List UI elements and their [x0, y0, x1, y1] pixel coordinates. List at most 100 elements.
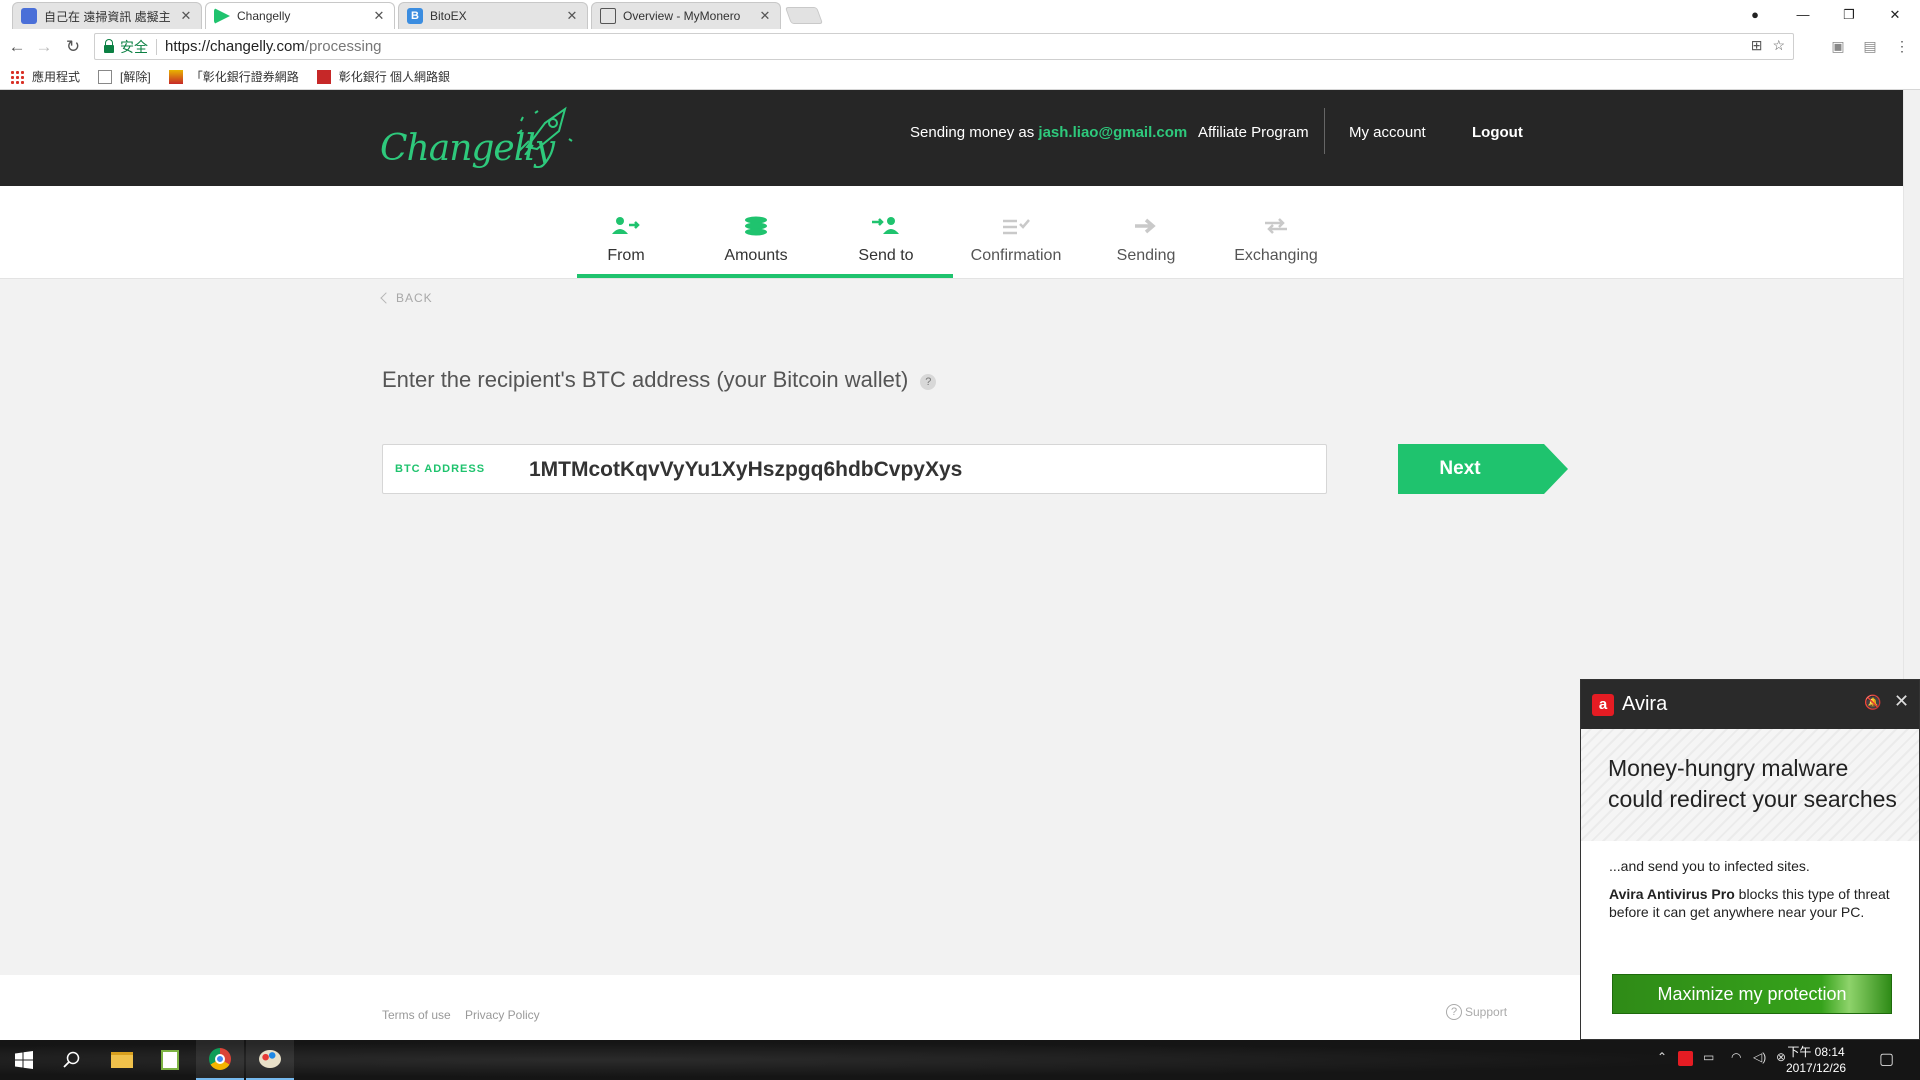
close-tab-icon[interactable]: ✕	[565, 8, 579, 24]
menu-icon[interactable]: ⋮	[1893, 38, 1911, 56]
system-clock[interactable]: 下午 08:14 2017/12/26	[1786, 1044, 1846, 1076]
step-sending: Sending	[1081, 186, 1211, 279]
step-label: Send to	[858, 247, 914, 264]
close-icon[interactable]: ✕	[1894, 691, 1909, 712]
avira-tray-icon[interactable]	[1678, 1051, 1693, 1066]
minimize-icon[interactable]: —	[1780, 0, 1826, 29]
browser-tab-strip: 自己在 遠掃資訊 處擬主 ✕ Changelly ✕ B BitoEX ✕ Ov…	[0, 0, 1920, 29]
chevron-up-icon[interactable]: ⌃	[1657, 1050, 1667, 1064]
step-amounts: Amounts	[691, 186, 821, 279]
avira-title: Avira	[1622, 693, 1668, 715]
url-path: /processing	[304, 38, 382, 55]
headline-line-1: Money-hungry malware	[1608, 755, 1849, 781]
mute-bell-icon[interactable]: 🔕	[1864, 694, 1881, 711]
sending-prefix: Sending money as	[910, 124, 1039, 141]
step-label: Exchanging	[1234, 247, 1318, 264]
privacy-policy-link[interactable]: Privacy Policy	[465, 1008, 540, 1022]
bookmark-label: 彰化銀行 個人網路銀	[338, 70, 451, 84]
bookmark-label: 應用程式	[32, 70, 81, 84]
extension-icon[interactable]: ▣	[1829, 38, 1847, 56]
windows-start-icon[interactable]	[0, 1040, 48, 1080]
header-divider	[1324, 108, 1325, 154]
close-tab-icon[interactable]: ✕	[758, 8, 772, 24]
send-to-user-icon	[872, 217, 899, 234]
step-exchanging: Exchanging	[1211, 186, 1341, 279]
url-host: https://changelly.com	[165, 38, 305, 55]
reload-icon[interactable]: ↻	[61, 35, 85, 59]
wifi-icon[interactable]: ◠	[1731, 1050, 1741, 1064]
close-tab-icon[interactable]: ✕	[372, 8, 386, 24]
browser-tab-1[interactable]: 自己在 遠掃資訊 處擬主 ✕	[12, 2, 202, 29]
tab-title: Overview - MyMonero	[623, 9, 741, 23]
terms-of-use-link[interactable]: Terms of use	[382, 1008, 451, 1022]
wallet-icon	[600, 8, 616, 24]
maximize-protection-button[interactable]: Maximize my protection	[1612, 974, 1892, 1014]
clock-date: 2017/12/26	[1786, 1061, 1847, 1075]
next-button[interactable]: Next	[1398, 444, 1568, 494]
bookmark-label: [解除]	[120, 70, 151, 84]
site-header: Changelly Sending money as jash.liao@gma…	[0, 90, 1903, 186]
product-name: Avira Antivirus Pro	[1609, 886, 1735, 902]
affiliate-program-link[interactable]: Affiliate Program	[1198, 124, 1309, 141]
search-icon[interactable]	[48, 1040, 96, 1080]
step-progress-bar	[577, 274, 953, 278]
question-circle-icon: ?	[1446, 1004, 1462, 1020]
volume-icon[interactable]: ◁)	[1753, 1050, 1766, 1064]
restore-icon[interactable]: ❐	[1826, 0, 1872, 29]
step-label: Confirmation	[970, 247, 1062, 264]
chrome-icon[interactable]	[196, 1040, 244, 1080]
tab-title: BitoEX	[430, 9, 467, 23]
new-tab-button[interactable]	[784, 7, 824, 24]
bank-icon	[168, 69, 183, 84]
paint-app-icon[interactable]	[246, 1040, 294, 1080]
file-explorer-icon[interactable]	[98, 1040, 146, 1080]
tab-title: 自己在 遠掃資訊 處擬主	[44, 9, 171, 24]
notification-center-icon[interactable]: ▢	[1879, 1049, 1894, 1069]
bookmark-star-icon[interactable]: ☆	[1772, 37, 1785, 54]
avira-header: a Avira 🔕 ✕	[1581, 680, 1919, 729]
bank-icon	[316, 69, 331, 84]
btc-address-input[interactable]: 1MTMcotKqvVyYu1XyHszpgq6hdbCvpyXys	[529, 458, 962, 482]
input-method-icon[interactable]: ⊗	[1776, 1050, 1786, 1064]
bookmark-item[interactable]: 「彰化銀行證券網路	[168, 68, 299, 85]
battery-icon[interactable]: ▭	[1703, 1050, 1714, 1064]
steps-bar: From Amounts Send to Confirmation Sendin…	[0, 186, 1903, 279]
changelly-logo[interactable]: Changelly	[380, 103, 575, 169]
close-tab-icon[interactable]: ✕	[179, 8, 193, 24]
avira-body-line-2: Avira Antivirus Pro blocks this type of …	[1609, 885, 1909, 921]
support-link[interactable]: ? Support	[1446, 1004, 1507, 1020]
back-arrow-icon[interactable]: ←	[5, 35, 29, 59]
browser-tab-bitoex[interactable]: B BitoEX ✕	[398, 2, 588, 29]
browser-tab-mymonero[interactable]: Overview - MyMonero ✕	[591, 2, 781, 29]
arrow-right-icon	[1135, 218, 1156, 234]
extension-icon[interactable]: ▤	[1861, 38, 1879, 56]
profile-icon[interactable]: ●	[1732, 0, 1778, 29]
spreadsheet-app-icon[interactable]	[146, 1040, 194, 1080]
step-confirmation: Confirmation	[951, 186, 1081, 279]
bitoex-favicon-icon: B	[407, 8, 423, 24]
address-bar[interactable]: 安全 https://changelly.com/processing ⊞ ☆	[94, 33, 1794, 60]
user-email: jash.liao@gmail.com	[1038, 124, 1188, 141]
logout-link[interactable]: Logout	[1472, 124, 1523, 141]
help-icon[interactable]: ?	[920, 374, 937, 390]
avira-logo-icon: a	[1592, 693, 1614, 716]
lock-icon	[104, 38, 114, 53]
browser-tab-changelly[interactable]: Changelly ✕	[205, 2, 395, 29]
bookmark-label: 「彰化銀行證券網路	[190, 70, 299, 84]
bookmark-item[interactable]: 彰化銀行 個人網路銀	[316, 68, 451, 85]
bookmark-apps[interactable]: 應用程式	[10, 68, 80, 85]
page-footer: Terms of use Privacy Policy ? Support	[0, 975, 1580, 1040]
my-account-link[interactable]: My account	[1349, 124, 1426, 141]
translate-icon[interactable]: ⊞	[1751, 37, 1763, 54]
clock-time: 下午 08:14	[1787, 1045, 1845, 1059]
back-link[interactable]: BACK	[380, 291, 433, 305]
bookmarks-bar: 應用程式 [解除] 「彰化銀行證券網路 彰化銀行 個人網路銀	[0, 64, 1920, 90]
bookmark-item[interactable]: [解除]	[98, 68, 151, 85]
exchange-arrows-icon	[1265, 218, 1287, 234]
coins-stack-icon	[745, 216, 767, 236]
back-label: BACK	[396, 291, 433, 305]
btc-address-field[interactable]: BTC ADDRESS 1MTMcotKqvVyYu1XyHszpgq6hdbC…	[382, 444, 1327, 494]
divider	[156, 38, 157, 55]
forward-arrow-icon[interactable]: →	[32, 35, 56, 59]
window-close-icon[interactable]: ✕	[1872, 0, 1918, 29]
